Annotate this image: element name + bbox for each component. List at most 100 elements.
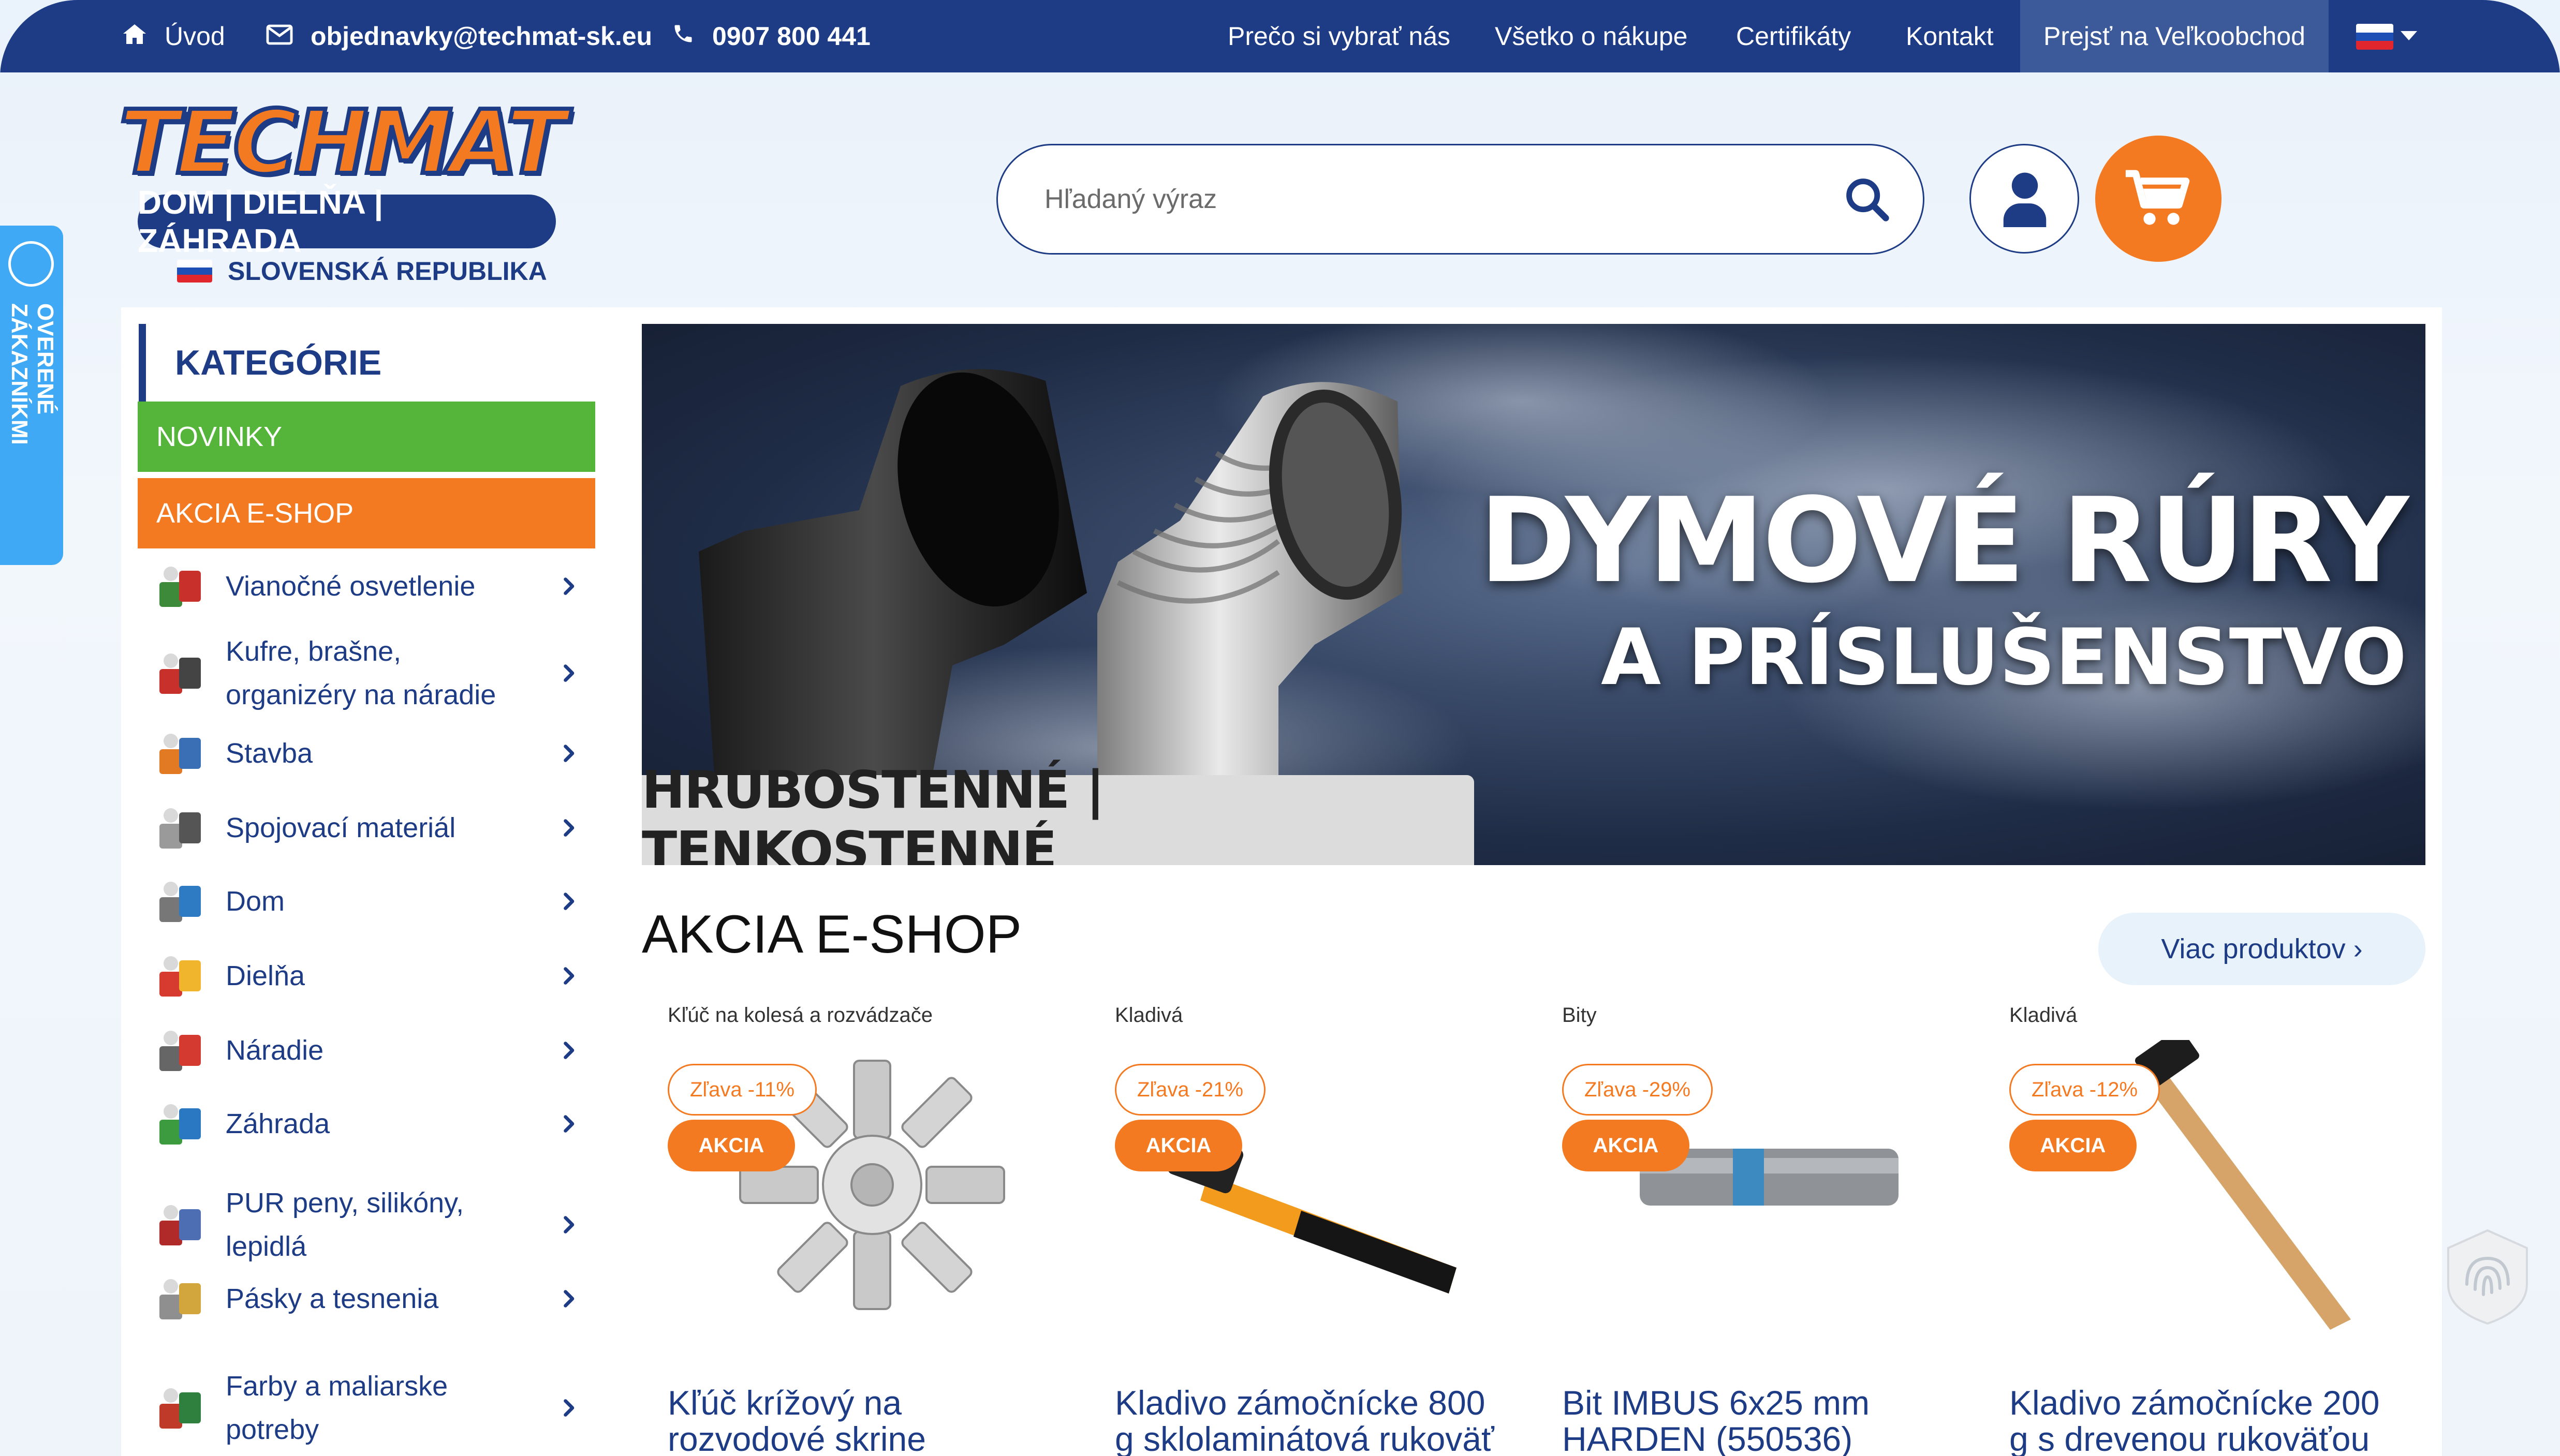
product-card[interactable]: Kľúč na kolesá a rozvádzače Zľava -11% A… (642, 999, 1056, 1456)
chevron-right-icon (560, 1115, 579, 1133)
sidebar-item-label: Stavba (226, 738, 313, 769)
sk-flag-icon (177, 260, 212, 283)
chevron-right-icon (560, 819, 579, 837)
product-name[interactable]: Kladivo zámočnícke 200 g s drevenou ruko… (2009, 1385, 2403, 1456)
chevron-right-icon (560, 744, 579, 763)
category-thumbnail (155, 648, 205, 698)
wholesale-button[interactable]: Prejsť na Veľkoobchod (2020, 0, 2329, 72)
chevron-right-icon (560, 664, 579, 682)
search-box (996, 144, 1924, 255)
top-bar: Úvod objednavky@techmat-sk.eu 0907 800 4… (0, 0, 2560, 72)
banner-strip: HRUBOSTENNÉ | TENKOSTENNÉ (642, 760, 1474, 865)
product-name[interactable]: Bit IMBUS 6x25 mm HARDEN (550536) (1562, 1385, 1955, 1456)
product-category: Kladivá (1115, 1004, 1183, 1027)
chevron-right-icon (560, 967, 579, 985)
category-thumbnail (155, 1383, 205, 1433)
nav-contact[interactable]: Kontakt (1906, 0, 1994, 72)
sidebar-item[interactable]: Stavba (150, 729, 595, 778)
cart-icon (2125, 170, 2190, 225)
sidebar-item[interactable]: Spojovací materiál (150, 803, 595, 853)
account-button[interactable] (1969, 144, 2079, 254)
logo-wordmark: TECHMAT (117, 92, 568, 194)
discount-badge: Zľava -11% (668, 1064, 817, 1116)
chevron-down-icon[interactable] (2401, 31, 2417, 40)
chevron-right-icon (560, 1289, 579, 1308)
product-category: Bity (1562, 1004, 1597, 1027)
discount-badge: Zľava -29% (1562, 1064, 1713, 1116)
sidebar-item[interactable]: Farby a maliarske potreby (150, 1364, 595, 1452)
sidebar-item-new[interactable]: NOVINKY (138, 402, 595, 472)
product-card[interactable]: Bity Zľava -29% AKCIA Bit IMBUS 6x25 mm … (1536, 999, 1950, 1456)
chevron-right-icon (560, 577, 579, 596)
product-category: Kľúč na kolesá a rozvádzače (668, 1004, 933, 1027)
email-address: objednavky@techmat-sk.eu (311, 22, 653, 51)
sale-badge: AKCIA (1115, 1120, 1242, 1171)
product-name[interactable]: Kľúč krížový na rozvodové skrine univerz… (668, 1385, 1061, 1456)
product-name[interactable]: Kladivo zámočnícke 800 g sklolaminátová … (1115, 1385, 1508, 1456)
sidebar-item[interactable]: Vianočné osvetlenie (150, 561, 595, 611)
sidebar-item-label: Kufre, brašne, organizéry na náradie (226, 636, 496, 710)
sidebar-item[interactable]: Dom (150, 876, 595, 926)
category-thumbnail (155, 1200, 205, 1250)
envelope-icon (266, 21, 293, 51)
category-thumbnail (155, 803, 205, 853)
category-thumbnail (155, 1274, 205, 1324)
country-label: SLOVENSKÁ REPUBLIKA (228, 257, 547, 286)
nav-why-us[interactable]: Prečo si vybrať nás (1228, 0, 1450, 72)
home-label: Úvod (165, 22, 225, 51)
verified-customers-tab[interactable]: OVERENÉ ZÁKAZNÍKMI (0, 226, 63, 565)
section-title: AKCIA E-SHOP (642, 904, 1022, 964)
fingerprint-icon[interactable] (2444, 1227, 2531, 1326)
email-link[interactable]: objednavky@techmat-sk.eu (266, 0, 652, 72)
phone-link[interactable]: 0907 800 441 (672, 0, 871, 72)
sidebar-item[interactable]: Záhrada (150, 1099, 595, 1149)
nav-shopping-info[interactable]: Všetko o nákupe (1495, 0, 1688, 72)
sale-badge: AKCIA (1562, 1120, 1689, 1171)
nav-certificates[interactable]: Certifikáty (1736, 0, 1851, 72)
product-card[interactable]: Kladivá Zľava -21% AKCIA Kladivo zámoční… (1089, 999, 1503, 1456)
sidebar-item[interactable]: PUR peny, silikóny, lepidlá (150, 1181, 595, 1269)
logo-tagline: DOM | DIELŇA | ZÁHRADA (138, 184, 556, 259)
phone-icon (672, 21, 695, 51)
chevron-right-icon (560, 1041, 579, 1060)
phone-number: 0907 800 441 (712, 22, 871, 51)
sidebar-item-label: Vianočné osvetlenie (226, 571, 476, 602)
chevron-right-icon (560, 892, 579, 911)
sidebar-item-label: Spojovací materiál (226, 812, 456, 843)
sidebar-item-label: Náradie (226, 1035, 324, 1066)
home-link[interactable]: Úvod (122, 0, 225, 72)
category-thumbnail (155, 1099, 205, 1149)
chevron-right-icon (560, 1399, 579, 1417)
logo-country: SLOVENSKÁ REPUBLIKA (177, 256, 547, 287)
more-products-button[interactable]: Viac produktov › (2098, 913, 2425, 985)
search-icon[interactable] (1842, 174, 1893, 226)
sidebar-item-label: Farby a maliarske potreby (226, 1371, 448, 1445)
sidebar-item[interactable]: Náradie (150, 1026, 595, 1075)
hero-banner[interactable]: DYMOVÉ RÚRY A PRÍSLUŠENSTVO HRUBOSTENNÉ … (642, 324, 2425, 865)
discount-badge: Zľava -21% (1115, 1064, 1266, 1116)
categories-heading: KATEGÓRIE (139, 324, 594, 402)
sidebar-item[interactable]: Pásky a tesnenia (150, 1274, 595, 1324)
verified-badge-icon (8, 241, 54, 287)
banner-title: DYMOVÉ RÚRY (1479, 473, 2409, 609)
verified-label: OVERENÉ ZÁKAZNÍKMI (7, 303, 58, 445)
sidebar-item-label: Záhrada (226, 1108, 330, 1139)
banner-subtitle: A PRÍSLUŠENSTVO (1601, 613, 2407, 703)
sale-badge: AKCIA (668, 1120, 795, 1171)
cart-button[interactable] (2095, 136, 2221, 262)
sidebar-item-label: Pásky a tesnenia (226, 1283, 439, 1314)
site-logo[interactable]: TECHMAT DOM | DIELŇA | ZÁHRADA SLOVENSKÁ… (117, 92, 585, 293)
home-icon (122, 21, 147, 51)
sidebar-item-label: Dom (226, 886, 285, 917)
sidebar-item[interactable]: Kufre, brašne, organizéry na náradie (150, 629, 595, 717)
category-thumbnail (155, 729, 205, 778)
category-thumbnail (155, 561, 205, 611)
product-card[interactable]: Kladivá Zľava -12% AKCIA Kladivo zámoční… (1983, 999, 2397, 1456)
sidebar-item[interactable]: Dielňa (150, 951, 595, 1001)
sidebar-item-sale[interactable]: AKCIA E-SHOP (138, 478, 595, 548)
sk-flag-icon[interactable] (2356, 24, 2393, 50)
category-thumbnail (155, 951, 205, 1001)
user-icon (2003, 172, 2047, 227)
search-input[interactable] (1044, 145, 1769, 253)
chevron-right-icon (560, 1215, 579, 1234)
